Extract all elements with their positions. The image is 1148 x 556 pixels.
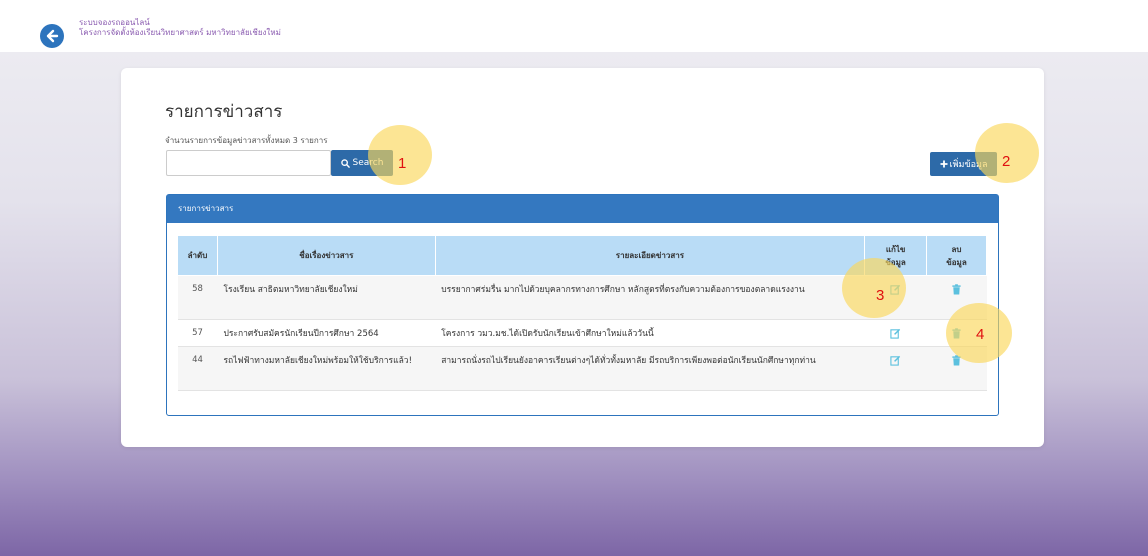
row-detail: สามารถนั่งรถไปเรียนยังอาคารเรียนต่างๆได้… [435, 346, 865, 391]
top-bar: ระบบจองรถออนไลน์ โครงการจัดตั้งห้องเรียน… [0, 0, 1148, 52]
row-detail: บรรยากาศร่มรื่น มากไปด้วยบุคลากรทางการศึ… [435, 275, 865, 320]
row-number: 58 [177, 275, 218, 320]
page-title: รายการข่าวสาร [165, 102, 283, 122]
annotation-number-1: 1 [398, 155, 407, 172]
row-title: รถไฟฟ้าทางมหาลัยเชียงใหม่พร้อมให้ใช้บริก… [217, 346, 436, 391]
col-header-title: ชื่อเรื่องข่าวสาร [216, 235, 436, 276]
annotation-marker-3 [842, 258, 906, 318]
search-input[interactable] [166, 150, 331, 176]
row-number: 44 [177, 346, 218, 391]
system-title-line1: ระบบจองรถออนไลน์ [79, 18, 150, 27]
col-header-delete-line2: ข้อมูล [946, 257, 967, 267]
col-header-edit-line1: แก้ไข [885, 244, 906, 254]
edit-icon[interactable] [890, 355, 901, 366]
col-header-detail: รายละเอียดข่าวสาร [434, 235, 866, 276]
edit-cell [864, 346, 927, 391]
content-card: รายการข่าวสาร จำนวนรายการข้อมูลข่าวสารทั… [121, 68, 1044, 447]
system-title: ระบบจองรถออนไลน์ โครงการจัดตั้งห้องเรียน… [79, 18, 281, 38]
plus-icon [940, 160, 948, 168]
edit-cell [864, 319, 927, 347]
record-count: จำนวนรายการข้อมูลข่าวสารทั้งหมด 3 รายการ [165, 136, 328, 145]
row-title: โรงเรียน สาธิตมหาวิทยาลัยเชียงใหม่ [217, 275, 436, 320]
col-header-delete-line1: ลบ [951, 244, 962, 254]
annotation-number-4: 4 [976, 326, 985, 343]
edit-icon[interactable] [890, 328, 901, 339]
table-row: 57 ประกาศรับสมัครนักเรียนปีการศึกษา 2564… [177, 319, 987, 347]
row-title: ประกาศรับสมัครนักเรียนปีการศึกษา 2564 [217, 319, 436, 347]
row-number: 57 [177, 319, 218, 347]
system-title-line2: โครงการจัดตั้งห้องเรียนวิทยาศาสตร์ มหาวิ… [79, 28, 281, 37]
col-header-delete: ลบ ข้อมูล [926, 235, 987, 276]
trash-icon[interactable] [951, 284, 962, 295]
annotation-number-2: 2 [1002, 153, 1011, 170]
back-icon[interactable] [40, 24, 64, 48]
table-row: 44 รถไฟฟ้าทางมหาลัยเชียงใหม่พร้อมให้ใช้บ… [177, 346, 987, 391]
search-icon [340, 158, 350, 168]
annotation-number-3: 3 [876, 287, 885, 304]
panel-title: รายการข่าวสาร [167, 195, 998, 223]
row-detail: โครงการ วมว.มช.ได้เปิดรับนักเรียนเข้าศึก… [435, 319, 865, 347]
col-header-no: ลำดับ [177, 235, 218, 276]
